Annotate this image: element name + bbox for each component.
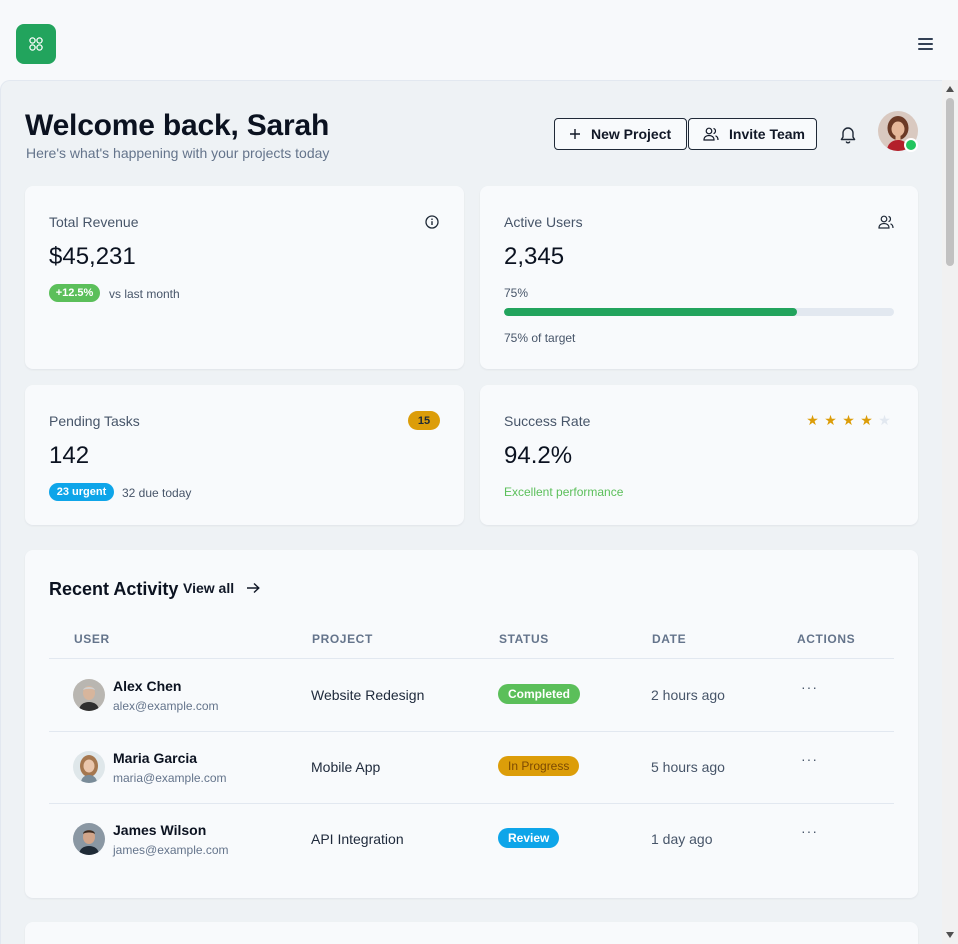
user-name: James Wilson — [113, 822, 207, 838]
date-text: 1 day ago — [651, 831, 713, 847]
change-badge: +12.5% — [49, 284, 100, 302]
app-logo[interactable] — [16, 24, 56, 64]
invite-team-button[interactable]: Invite Team — [688, 118, 817, 150]
performance-note: Excellent performance — [504, 485, 624, 499]
main-content: Welcome back, Sarah Here's what's happen… — [0, 80, 942, 944]
progress-caption: 75% of target — [504, 331, 576, 345]
invite-team-label: Invite Team — [729, 126, 805, 142]
progress-bar — [504, 308, 894, 316]
star-empty-icon: ★ — [878, 412, 891, 428]
avatar — [73, 823, 105, 855]
user-name: Alex Chen — [113, 678, 182, 694]
card-label: Pending Tasks — [49, 413, 140, 429]
total-revenue-card: Total Revenue $45,231 +12.5% vs last mon… — [25, 186, 464, 369]
bell-icon[interactable] — [838, 125, 858, 145]
pending-tasks-card: Pending Tasks 15 142 23 urgent 32 due to… — [25, 385, 464, 525]
new-project-button[interactable]: New Project — [554, 118, 687, 150]
card-label: Success Rate — [504, 413, 591, 429]
scroll-thumb[interactable] — [946, 98, 954, 266]
change-caption: vs last month — [109, 287, 180, 301]
project-name: Mobile App — [311, 759, 381, 775]
column-header-user: USER — [74, 632, 110, 646]
card-value: 142 — [49, 442, 90, 469]
urgent-badge: 23 urgent — [49, 483, 114, 501]
column-header-status: STATUS — [499, 632, 549, 646]
info-icon[interactable] — [424, 214, 440, 230]
card-value: 2,345 — [504, 243, 565, 270]
status-badge: Review — [498, 828, 560, 848]
page-title: Welcome back, Sarah — [25, 109, 330, 142]
column-header-actions: ACTIONS — [797, 632, 856, 646]
user-email: alex@example.com — [113, 699, 219, 713]
arrow-right-icon — [247, 582, 260, 594]
card-label: Active Users — [504, 214, 583, 230]
new-project-label: New Project — [591, 126, 672, 142]
progress-label: 75% — [504, 286, 529, 300]
star-filled-icon: ★ — [806, 412, 819, 428]
page-subtitle: Here's what's happening with your projec… — [26, 145, 330, 161]
avatar — [73, 751, 105, 783]
online-status-dot — [904, 138, 918, 152]
column-header-date: DATE — [652, 632, 687, 646]
progress-fill — [504, 308, 797, 316]
table-row[interactable]: James Wilson james@example.com API Integ… — [49, 803, 894, 875]
user-email: james@example.com — [113, 843, 229, 857]
more-actions-icon[interactable]: ··· — [801, 823, 818, 839]
star-filled-icon: ★ — [824, 412, 837, 428]
view-all-label: View all — [183, 580, 235, 596]
users-icon — [703, 127, 719, 141]
recent-activity-panel: Recent Activity View all USER PROJECT ST… — [25, 550, 918, 898]
view-all-link[interactable]: View all — [183, 580, 260, 596]
user-name: Maria Garcia — [113, 750, 198, 766]
more-actions-icon[interactable]: ··· — [801, 751, 818, 767]
hamburger-icon[interactable] — [916, 36, 936, 52]
status-badge: In Progress — [498, 756, 580, 776]
section-title: Recent Activity — [49, 579, 179, 599]
user-email: maria@example.com — [113, 771, 227, 785]
column-header-project: PROJECT — [312, 632, 373, 646]
next-section-card — [25, 922, 918, 944]
grid-logo-icon — [29, 37, 43, 51]
table-row[interactable]: Alex Chen alex@example.com Website Redes… — [49, 659, 894, 731]
project-name: API Integration — [311, 831, 404, 847]
card-value: $45,231 — [49, 243, 136, 270]
avatar — [73, 679, 105, 711]
star-filled-icon: ★ — [860, 412, 873, 428]
active-users-card: Active Users 2,345 75% 75% of target — [480, 186, 918, 369]
card-value: 94.2% — [504, 442, 573, 469]
plus-icon — [569, 128, 581, 140]
status-badge: Completed — [498, 684, 581, 704]
top-bar — [0, 0, 958, 80]
scroll-up-arrow-icon[interactable] — [946, 86, 954, 92]
date-text: 2 hours ago — [651, 687, 725, 703]
users-icon — [878, 215, 894, 229]
count-badge: 15 — [408, 411, 440, 430]
card-label: Total Revenue — [49, 214, 139, 230]
success-rate-card: Success Rate ★ ★ ★ ★ ★ 94.2% Excellent perfo… — [480, 385, 918, 525]
star-rating: ★ ★ ★ ★ ★ — [806, 412, 891, 428]
due-caption: 32 due today — [122, 486, 192, 500]
date-text: 5 hours ago — [651, 759, 725, 775]
table-row[interactable]: Maria Garcia maria@example.com Mobile Ap… — [49, 731, 894, 803]
star-filled-icon: ★ — [842, 412, 855, 428]
project-name: Website Redesign — [311, 687, 425, 703]
vertical-scrollbar[interactable] — [942, 80, 958, 944]
more-actions-icon[interactable]: ··· — [801, 679, 818, 695]
scroll-down-arrow-icon[interactable] — [946, 932, 954, 938]
